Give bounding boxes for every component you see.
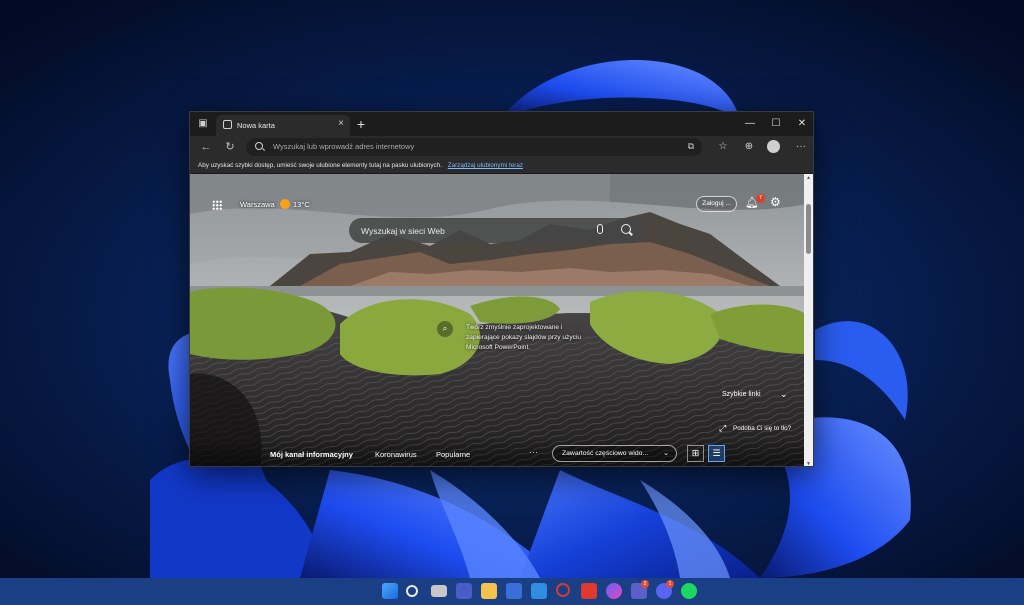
address-input[interactable]: Wyszukaj lub wprowadź adres internetowy xyxy=(273,142,414,151)
apps-launcher-icon[interactable] xyxy=(212,200,222,210)
tab-my-feed[interactable]: Mój kanał informacyjny xyxy=(270,450,353,459)
manage-favorites-link[interactable]: Zarządzaj ulubionymi teraz xyxy=(448,162,523,169)
chat-icon[interactable] xyxy=(456,583,472,599)
maximize-button[interactable]: ☐ xyxy=(763,112,789,136)
teams-badge: 2 xyxy=(641,580,649,588)
more-feed-tabs-button[interactable]: ··· xyxy=(529,447,538,457)
new-tab-page: Warszawa 13°C Zaloguj ... 🔔︎ 7 ⚙ Wyszuka… xyxy=(190,174,806,466)
grid-layout-icon[interactable]: ⊞ xyxy=(687,445,704,462)
file-explorer-icon[interactable] xyxy=(481,583,497,599)
title-bar: ▣ Nowa karta × + — ☐ ✕ xyxy=(190,112,813,136)
scroll-down-icon[interactable]: ▼ xyxy=(804,461,813,466)
web-search-input[interactable]: Wyszukaj w sieci Web xyxy=(361,226,445,236)
tab-new-tab[interactable]: Nowa karta × xyxy=(216,115,350,136)
collections-icon[interactable]: ⊕ xyxy=(738,136,760,158)
content-visibility-value: Zawartość częściowo wido... xyxy=(562,450,649,457)
chevron-down-icon: ⌄ xyxy=(663,450,669,457)
spotify-icon[interactable] xyxy=(681,583,697,599)
minimize-button[interactable]: — xyxy=(737,112,763,136)
close-window-button[interactable]: ✕ xyxy=(789,112,813,136)
tab-label: Nowa karta xyxy=(237,121,275,130)
search-icon xyxy=(255,142,263,150)
new-tab-icon xyxy=(223,120,232,129)
toolbar: ← ↻ Wyszukaj lub wprowadź adres internet… xyxy=(190,136,813,158)
weather-city[interactable]: Warszawa xyxy=(240,200,275,209)
login-button[interactable]: Zaloguj ... xyxy=(696,196,737,212)
microphone-icon[interactable] xyxy=(597,224,603,234)
task-view-icon[interactable] xyxy=(431,585,447,597)
background-feedback[interactable]: Podoba Ci się to tło? xyxy=(733,425,791,432)
refresh-button[interactable]: ↻ xyxy=(220,136,240,158)
notification-badge: 7 xyxy=(756,194,765,203)
scrollbar-thumb[interactable] xyxy=(806,204,811,254)
favorites-icon[interactable]: ☆ xyxy=(712,136,734,158)
content-visibility-dropdown[interactable]: Zawartość częściowo wido... ⌄ xyxy=(552,445,677,462)
sun-icon xyxy=(280,199,290,209)
tab-actions-icon[interactable]: ▣ xyxy=(192,112,214,136)
tab-popular[interactable]: Popularne xyxy=(436,450,470,459)
scroll-up-icon[interactable]: ▲ xyxy=(804,175,813,181)
search-icon[interactable] xyxy=(621,224,631,234)
quick-links-toggle[interactable]: Szybkie linki xyxy=(722,391,761,398)
taskbar: 2 1 xyxy=(0,578,1024,605)
image-info-icon[interactable]: ⌕ xyxy=(437,321,453,337)
search-icon[interactable] xyxy=(406,585,418,597)
wps-office-icon[interactable] xyxy=(581,583,597,599)
web-search-box[interactable]: Wyszukaj w sieci Web xyxy=(349,218,645,243)
immersive-reader-icon[interactable]: ⧉ xyxy=(688,141,694,152)
favorites-bar-message: Aby uzyskać szybki dostęp, umieść swoje … xyxy=(198,162,442,169)
mail-icon[interactable] xyxy=(531,583,547,599)
image-info-text[interactable]: Twórz zmyślnie zaprojektowane i zapieraj… xyxy=(466,323,596,353)
browser-window: ▣ Nowa karta × + — ☐ ✕ ← ↻ Wyszukaj lub … xyxy=(189,111,814,467)
gear-icon[interactable]: ⚙ xyxy=(770,195,781,209)
more-options-icon[interactable]: ··· xyxy=(790,136,812,158)
news-feed-bar: Mój kanał informacyjny Koronawirus Popul… xyxy=(190,440,806,466)
tab-coronavirus[interactable]: Koronawirus xyxy=(375,450,417,459)
weather-temperature[interactable]: 13°C xyxy=(293,200,310,209)
discord-badge: 1 xyxy=(666,580,674,588)
expand-icon[interactable]: ⤢ xyxy=(719,423,726,434)
start-icon[interactable] xyxy=(382,583,398,599)
address-bar[interactable]: Wyszukaj lub wprowadź adres internetowy … xyxy=(246,138,702,156)
scrollbar[interactable]: ▲ ▼ xyxy=(804,174,813,466)
back-button[interactable]: ← xyxy=(196,136,216,158)
store-icon[interactable] xyxy=(506,583,522,599)
profile-avatar[interactable] xyxy=(767,140,780,153)
messenger-icon[interactable] xyxy=(606,583,622,599)
favorites-bar: Aby uzyskać szybki dostęp, umieść swoje … xyxy=(190,158,813,174)
close-tab-icon[interactable]: × xyxy=(338,118,344,129)
list-layout-icon[interactable]: ☰ xyxy=(708,445,725,462)
new-tab-button[interactable]: + xyxy=(352,112,370,136)
opera-icon[interactable] xyxy=(556,583,570,597)
chevron-down-icon[interactable]: ⌄ xyxy=(780,389,788,400)
